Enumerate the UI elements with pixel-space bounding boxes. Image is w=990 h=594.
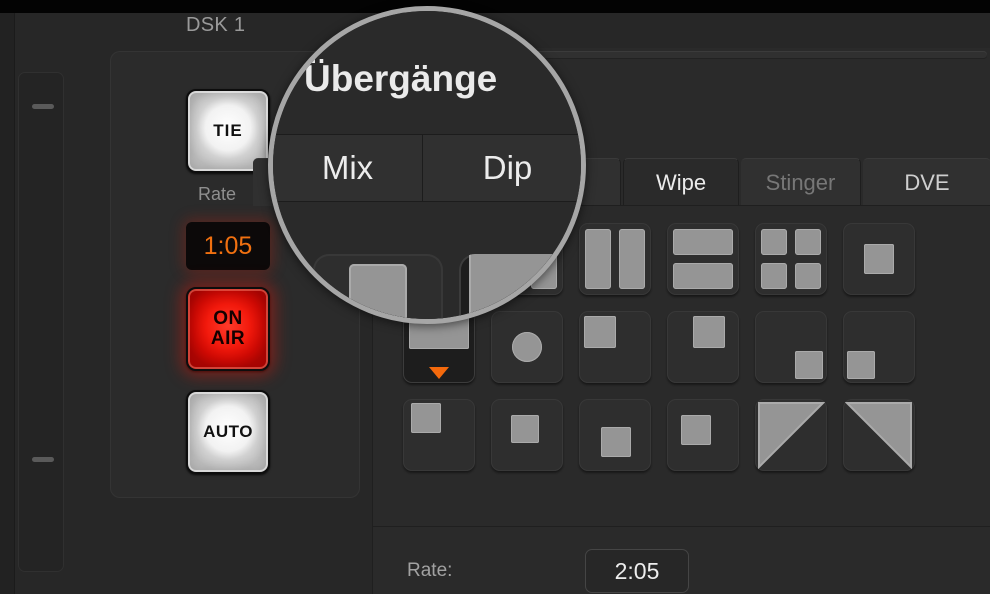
on-air-button[interactable]: ON AIR [186,287,270,371]
wipe-pattern-box-center-left[interactable] [667,399,739,471]
loupe-wipe-pattern-vertical-bar[interactable] [313,254,443,319]
dsk-rate-label: Rate [198,184,237,204]
wipe-pattern-corner-top-left[interactable] [579,311,651,383]
on-air-button-label: ON AIR [210,307,246,349]
diagonal-tl-icon [758,402,826,470]
loupe-tab-label: Mix [321,149,374,186]
dsk-panel-title: DSK 1 [186,14,246,36]
rate-section-divider [373,526,990,527]
wipe-pattern-two-horizontal-bars[interactable] [667,223,739,295]
rail-dash-icon [32,457,54,462]
loupe-tab-dip[interactable]: Dip [424,135,581,201]
wipe-pattern-center-box[interactable] [843,223,915,295]
wipe-pattern-box-lower-mid[interactable] [579,399,651,471]
dsk-rate-display[interactable]: 1:05 [186,222,270,270]
tab-dve[interactable]: DVE [863,158,990,206]
vertical-fader-rail[interactable] [18,72,64,572]
wipe-pattern-corner-bottom-left[interactable] [843,311,915,383]
tab-label: Wipe [655,169,707,195]
tab-label: Stinger [765,169,836,195]
wipe-pattern-row [403,399,963,487]
wipe-pattern-corner-bottom-right[interactable] [755,311,827,383]
loupe-content: Übergänge Mix Dip [273,11,581,319]
wipe-pattern-diagonal-tr[interactable] [843,399,915,471]
diagonal-tr-icon [844,402,912,470]
loupe-tab-label: Dip [482,149,533,186]
tie-button-label: TIE [213,120,243,140]
loupe-header: Übergänge [273,11,581,134]
loupe-wipe-pattern-selected[interactable] [459,254,581,319]
loupe-overlay: Übergänge Mix Dip [268,6,586,324]
wipe-pattern-corner-top-right[interactable] [667,311,739,383]
loupe-panel-title: Übergänge [304,58,498,99]
wipe-pattern-four-box[interactable] [755,223,827,295]
selected-pattern-marker-icon [429,367,449,379]
wipe-pattern-box-upper-mid[interactable] [491,399,563,471]
wipe-pattern-box-top-left[interactable] [403,399,475,471]
loupe-tab-mix[interactable]: Mix [273,135,423,201]
horizontal-scrollbar[interactable] [515,51,987,58]
loupe-body [273,202,581,319]
transition-rate-field[interactable]: 2:05 [585,549,689,593]
loupe-tab-row: Mix Dip [273,135,581,201]
auto-button[interactable]: AUTO [186,390,270,474]
tab-stinger[interactable]: Stinger [741,158,861,206]
auto-button-label: AUTO [203,421,253,441]
wipe-pattern-diagonal-tl[interactable] [755,399,827,471]
rail-dash-icon [32,104,54,109]
app-window: DSK 1 TIE Rate 1:05 ON AIR AUTO Mix Dip … [0,0,990,594]
tab-wipe[interactable]: Wipe [623,158,739,206]
left-edge-strip [0,13,15,594]
wipe-pattern-two-vertical-bars[interactable] [579,223,651,295]
wipe-pattern-row [403,311,963,399]
wipe-pattern-circle[interactable] [491,311,563,383]
tab-label: DVE [904,169,950,195]
transition-rate-label: Rate: [407,560,453,581]
